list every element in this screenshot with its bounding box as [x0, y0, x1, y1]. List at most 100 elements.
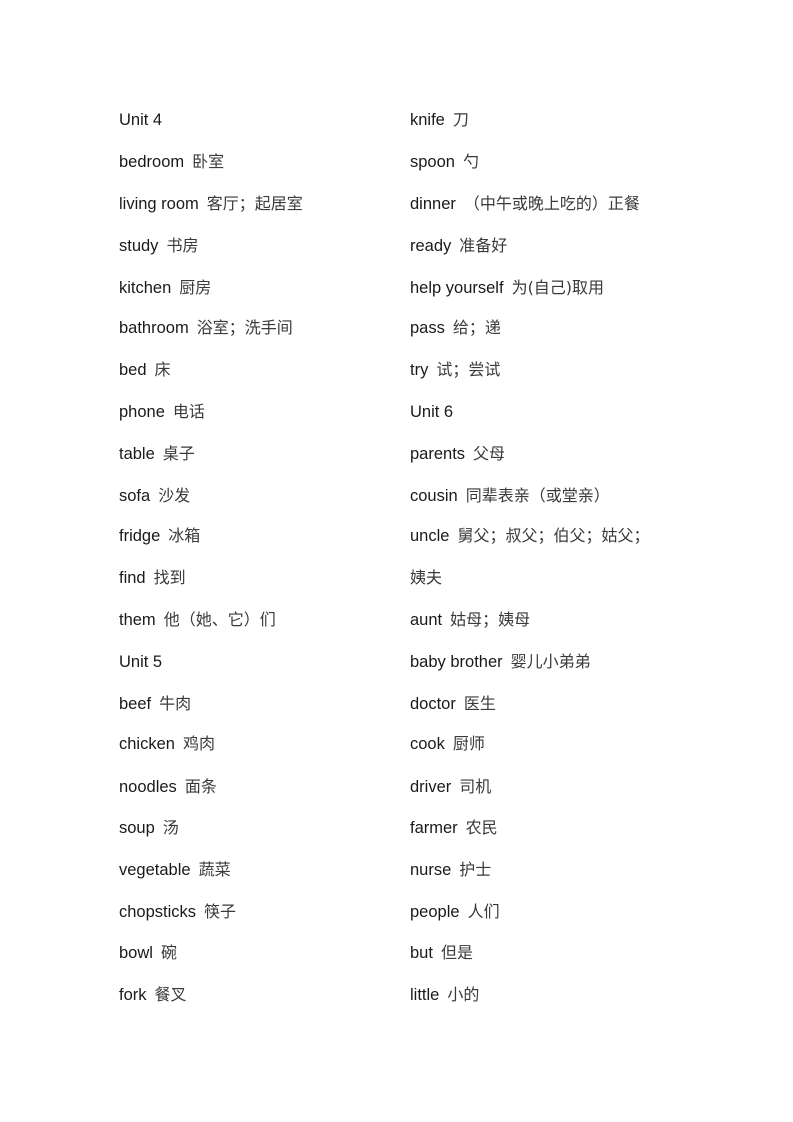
vocab-entry: pass 给；递	[410, 316, 501, 340]
english-word: cousin	[410, 487, 458, 505]
english-word: dinner	[410, 195, 456, 213]
english-word: little	[410, 986, 440, 1004]
vocab-entry: knife 刀	[410, 108, 469, 132]
vocab-entry: dinner （中午或晚上吃的）正餐	[410, 192, 640, 216]
vocab-entry: doctor 医生	[410, 692, 496, 716]
english-word: chopsticks	[119, 903, 197, 921]
chinese-meaning: 冰箱	[168, 526, 201, 545]
chinese-meaning: 给；递	[452, 318, 501, 337]
english-word: sofa	[119, 487, 151, 505]
chinese-meaning: 书房	[166, 236, 199, 255]
chinese-meaning: 卧室	[192, 152, 225, 171]
english-word: chicken	[119, 735, 175, 753]
unit-heading: Unit 5	[119, 650, 162, 674]
english-word: nurse	[410, 861, 452, 879]
english-word: study	[119, 237, 159, 255]
vocab-entry: soup 汤	[119, 816, 179, 840]
english-word: help yourself	[410, 279, 504, 297]
vocab-entry: people 人们	[410, 900, 500, 924]
english-word: them	[119, 611, 156, 629]
english-word: bowl	[119, 944, 153, 962]
english-word: fridge	[119, 527, 161, 545]
vocab-entry: nurse 护士	[410, 858, 491, 882]
vocab-entry: ready 准备好	[410, 234, 507, 258]
vocab-entry: uncle 舅父；叔父；伯父；姑父；	[410, 524, 649, 548]
unit-heading: Unit 4	[119, 108, 162, 132]
english-word: driver	[410, 778, 452, 796]
vocab-entry: cousin 同辈表亲（或堂亲）	[410, 484, 610, 508]
english-word: phone	[119, 403, 165, 421]
english-word: table	[119, 445, 155, 463]
chinese-meaning-continuation: 姨夫	[410, 568, 443, 587]
english-word: uncle	[410, 527, 450, 545]
chinese-meaning: 面条	[184, 777, 217, 796]
chinese-meaning: 为(自己)取用	[511, 278, 605, 297]
english-word: vegetable	[119, 861, 191, 879]
chinese-meaning: 餐叉	[154, 985, 187, 1004]
vocab-entry: bed 床	[119, 358, 171, 382]
unit-title: Unit 5	[119, 653, 163, 671]
chinese-meaning: 浴室；洗手间	[196, 318, 293, 337]
vocab-entry: aunt 姑母；姨母	[410, 608, 530, 632]
chinese-meaning: 电话	[172, 402, 205, 421]
chinese-meaning: 护士	[459, 860, 492, 879]
unit-title: Unit 4	[119, 111, 163, 129]
vocab-entry: phone 电话	[119, 400, 205, 424]
chinese-meaning: 桌子	[162, 444, 195, 463]
chinese-meaning: 厨房	[179, 278, 212, 297]
vocab-entry: living room 客厅；起居室	[119, 192, 303, 216]
chinese-meaning: 碗	[160, 943, 177, 962]
vocab-entry: 姨夫	[410, 566, 442, 590]
english-word: try	[410, 361, 429, 379]
vocab-entry: fork 餐叉	[119, 983, 187, 1007]
english-word: find	[119, 569, 146, 587]
chinese-meaning: 找到	[153, 568, 186, 587]
english-word: doctor	[410, 695, 456, 713]
vocab-entry: try 试；尝试	[410, 358, 500, 382]
vocab-entry: chicken 鸡肉	[119, 732, 215, 756]
vocab-entry: bowl 碗	[119, 941, 177, 965]
english-word: noodles	[119, 778, 177, 796]
vocab-entry: beef 牛肉	[119, 692, 191, 716]
vocab-entry: bedroom 卧室	[119, 150, 224, 174]
chinese-meaning: 试；尝试	[436, 360, 501, 379]
vocab-entry: parents 父母	[410, 442, 505, 466]
chinese-meaning: 客厅；起居室	[206, 194, 303, 213]
english-word: parents	[410, 445, 466, 463]
english-word: knife	[410, 111, 445, 129]
english-word: pass	[410, 319, 445, 337]
unit-heading: Unit 6	[410, 400, 453, 424]
vocab-entry: study 书房	[119, 234, 198, 258]
vocab-entry: cook 厨师	[410, 732, 485, 756]
chinese-meaning: 沙发	[158, 486, 191, 505]
vocab-entry: noodles 面条	[119, 775, 217, 799]
chinese-meaning: （中午或晚上吃的）正餐	[463, 194, 640, 213]
vocab-entry: find 找到	[119, 566, 186, 590]
chinese-meaning: 农民	[465, 818, 498, 837]
english-word: beef	[119, 695, 152, 713]
chinese-meaning: 医生	[463, 694, 496, 713]
english-word: baby brother	[410, 653, 503, 671]
chinese-meaning: 蔬菜	[198, 860, 231, 879]
vocab-entry: help yourself 为(自己)取用	[410, 276, 604, 300]
chinese-meaning: 但是	[440, 943, 473, 962]
vocab-entry: chopsticks 筷子	[119, 900, 236, 924]
chinese-meaning: 勺	[462, 152, 479, 171]
chinese-meaning: 牛肉	[159, 694, 192, 713]
chinese-meaning: 他（她、它）们	[163, 610, 276, 629]
chinese-meaning: 准备好	[459, 236, 508, 255]
chinese-meaning: 厨师	[452, 734, 485, 753]
english-word: aunt	[410, 611, 443, 629]
chinese-meaning: 婴儿小弟弟	[510, 652, 591, 671]
english-word: soup	[119, 819, 155, 837]
english-word: bed	[119, 361, 147, 379]
chinese-meaning: 舅父；叔父；伯父；姑父；	[457, 526, 650, 545]
english-word: farmer	[410, 819, 458, 837]
vocab-entry: them 他（她、它）们	[119, 608, 276, 632]
vocab-entry: little 小的	[410, 983, 479, 1007]
english-word: living room	[119, 195, 199, 213]
chinese-meaning: 筷子	[204, 902, 237, 921]
vocab-entry: sofa 沙发	[119, 484, 190, 508]
vocab-entry: baby brother 婴儿小弟弟	[410, 650, 591, 674]
vocab-entry: but 但是	[410, 941, 473, 965]
